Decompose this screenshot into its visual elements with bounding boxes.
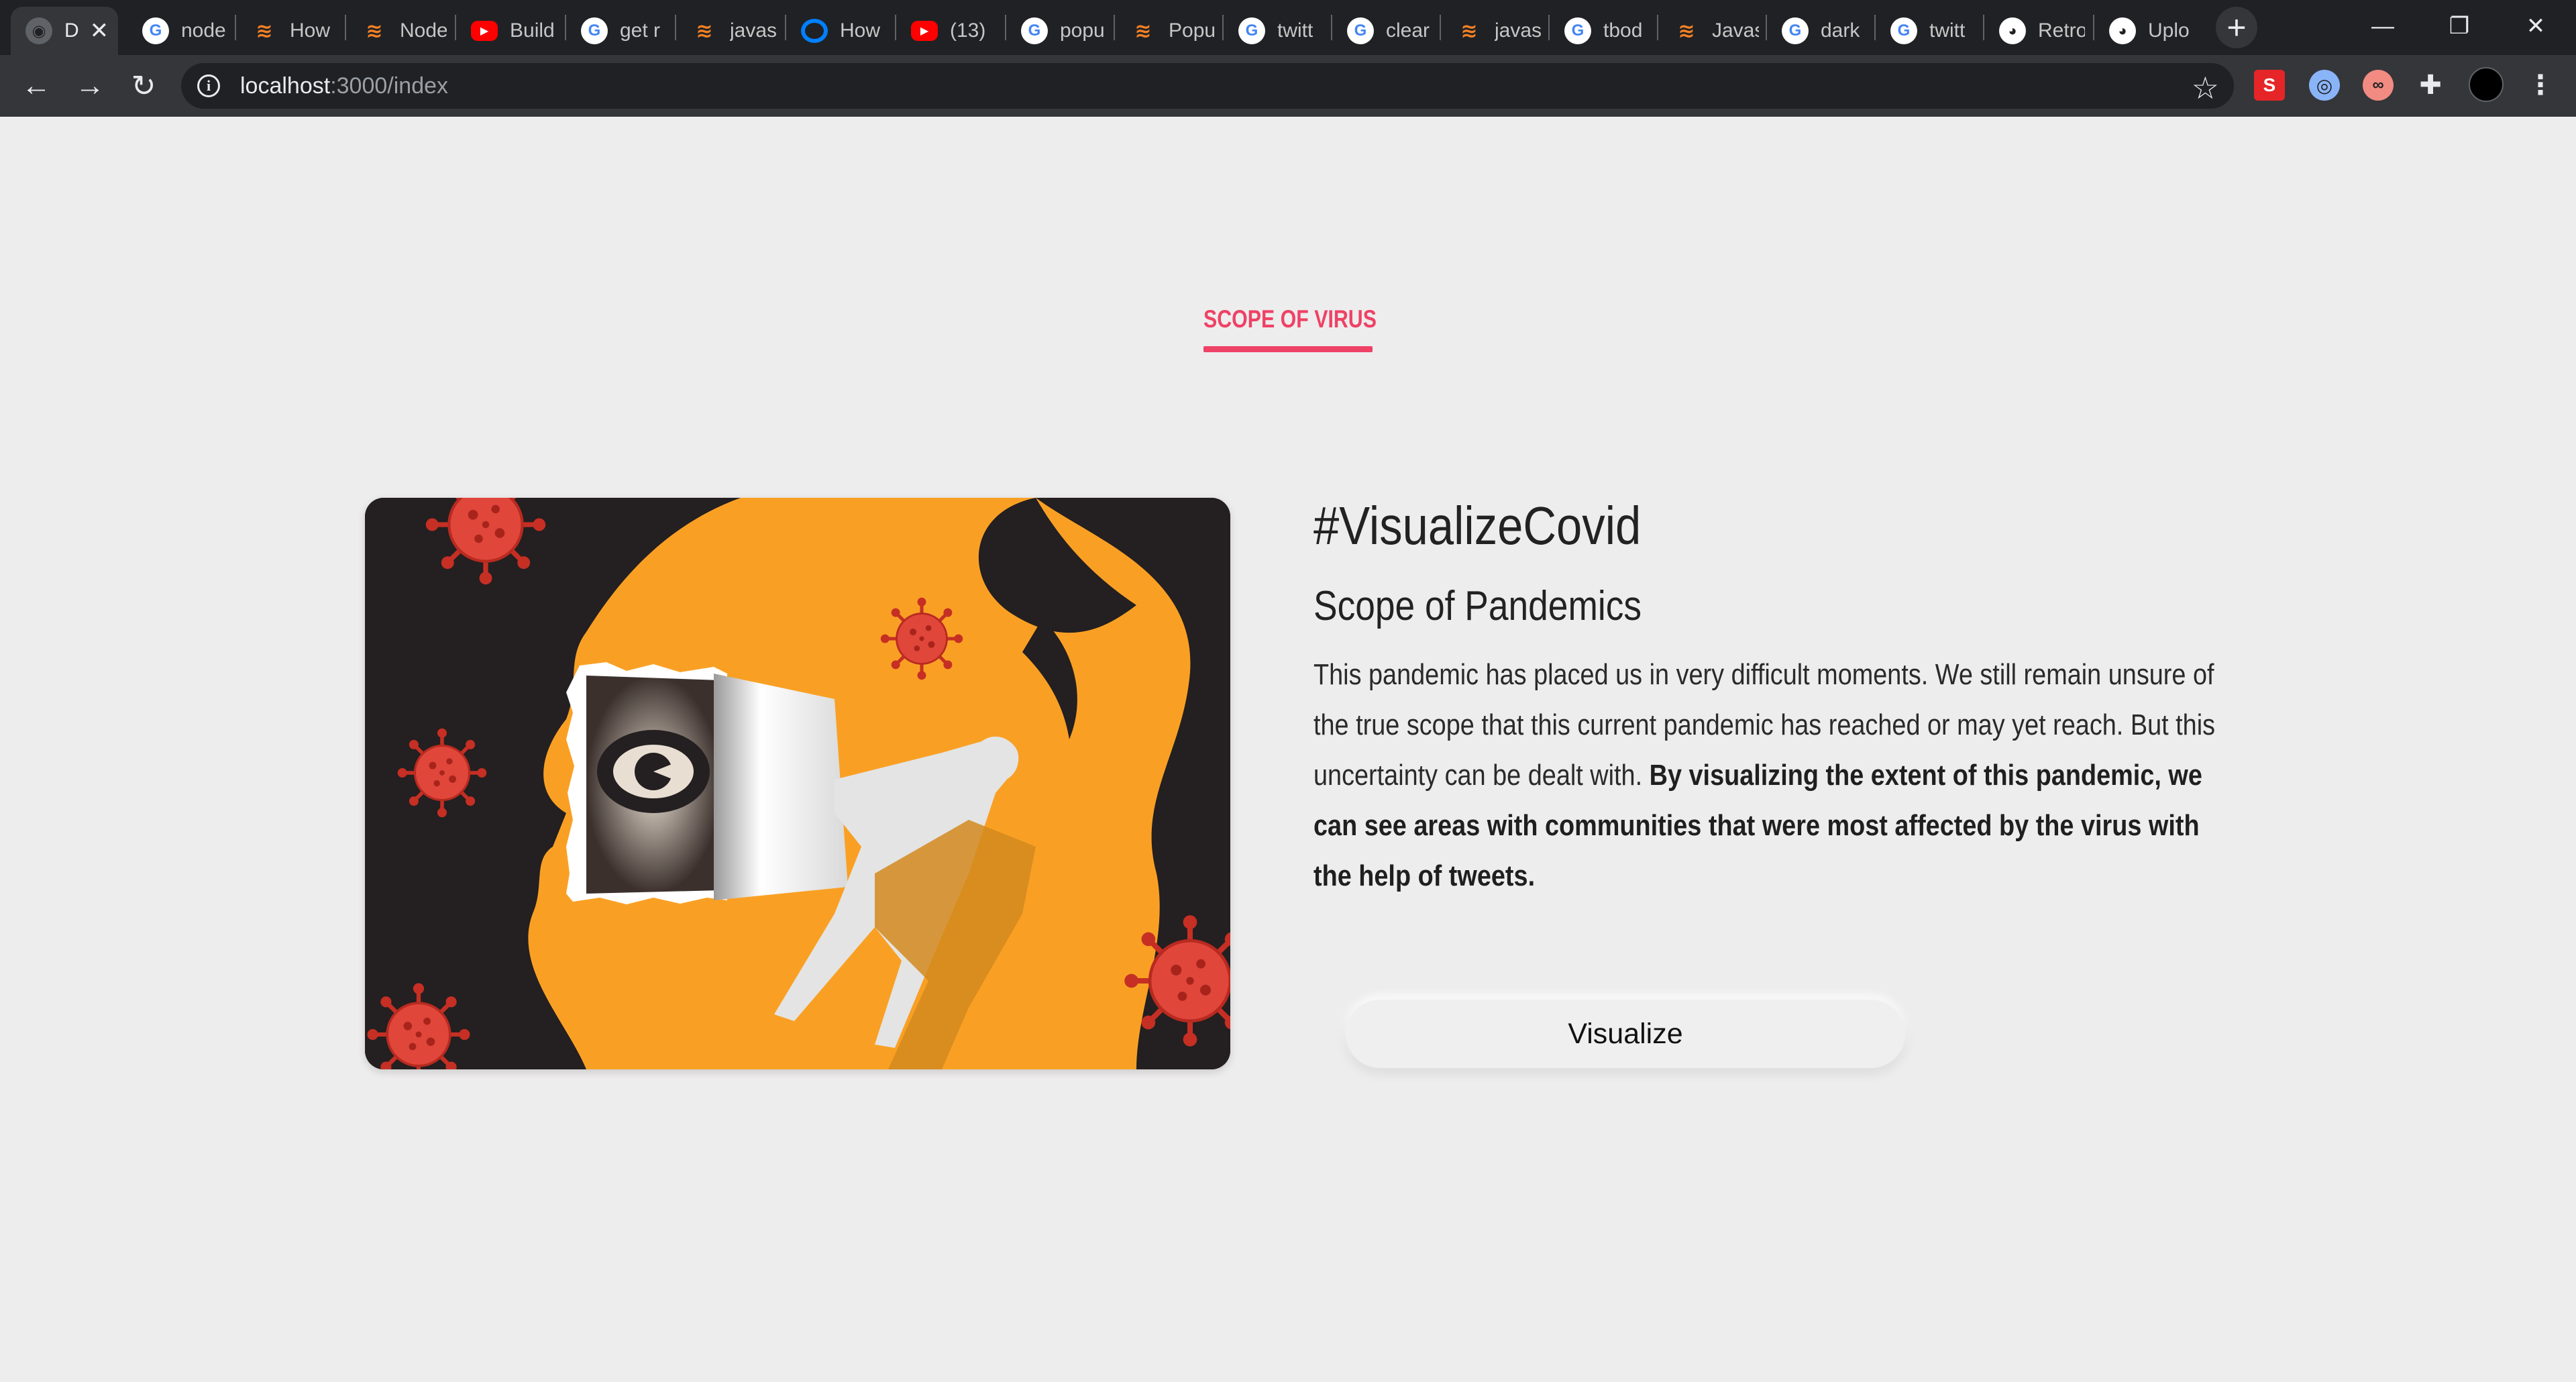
- visualize-button[interactable]: Visualize: [1346, 1000, 1905, 1068]
- plus-icon: +: [2226, 9, 2247, 46]
- tab-title: Node: [400, 19, 447, 42]
- browser-tab[interactable]: G popu: [1006, 7, 1107, 55]
- tab-title: Retro: [2038, 19, 2085, 42]
- tab-title: node: [181, 19, 226, 42]
- stackoverflow-icon: ≋: [696, 19, 713, 42]
- close-icon[interactable]: ✕: [90, 17, 109, 44]
- close-window-button[interactable]: ✕: [2498, 0, 2573, 52]
- browser-tab[interactable]: ≋ Node: [346, 7, 447, 55]
- browser-tab[interactable]: ▶ Build: [456, 7, 557, 55]
- globe-icon: ◉: [25, 17, 52, 44]
- tab-title: Popu: [1169, 19, 1216, 42]
- close-icon: ✕: [2526, 13, 2546, 39]
- tab-title: popu: [1060, 19, 1105, 42]
- section-label: SCOPE OF VIRUS: [1203, 305, 1377, 333]
- github-icon: ◕: [2109, 17, 2136, 44]
- github-icon: ◕: [1999, 17, 2026, 44]
- tab-title: (13): [950, 19, 986, 42]
- browser-tab[interactable]: ▶ (13): [896, 7, 997, 55]
- google-icon: G: [1782, 17, 1809, 44]
- digitalocean-icon: [801, 19, 828, 43]
- tab-title: twitt: [1929, 19, 1966, 42]
- tab-title: dark: [1821, 19, 1860, 42]
- browser-tab[interactable]: ◕ Retro: [1984, 7, 2085, 55]
- browser-tab[interactable]: G dark: [1767, 7, 1868, 55]
- url-host: localhost: [240, 72, 331, 99]
- back-button[interactable]: ←: [15, 64, 58, 107]
- tab-title: Uplo: [2148, 19, 2190, 42]
- tab-title: Build: [510, 19, 555, 42]
- browser-tab[interactable]: ≋ javas: [1441, 7, 1542, 55]
- browser-tab-active[interactable]: ◉ D ✕: [11, 7, 118, 55]
- tab-title: Javas: [1712, 19, 1759, 42]
- youtube-icon: ▶: [911, 21, 938, 41]
- browser-tab[interactable]: How: [786, 7, 887, 55]
- stackoverflow-icon: ≋: [1134, 19, 1152, 42]
- extension-s-icon[interactable]: S: [2254, 70, 2285, 101]
- covid-illustration-svg: [365, 498, 1230, 1069]
- restore-icon: ❐: [2449, 13, 2470, 39]
- browser-toolbar: ← → ↻ i localhost:3000/index ☆ S ◎ ∞ ✚ ⋮: [0, 55, 2576, 117]
- tab-title: get r: [620, 19, 661, 42]
- address-bar[interactable]: i localhost:3000/index ☆: [181, 63, 2234, 109]
- google-icon: G: [581, 17, 608, 44]
- browser-tab[interactable]: ≋ Javas: [1658, 7, 1759, 55]
- tab-title: javas: [730, 19, 777, 42]
- stackoverflow-icon: ≋: [366, 19, 383, 42]
- browser-tab[interactable]: G node: [127, 7, 228, 55]
- google-icon: G: [1564, 17, 1591, 44]
- arrow-right-icon: →: [75, 69, 105, 102]
- forward-button[interactable]: →: [68, 64, 111, 107]
- browser-tab-strip: ◉ D ✕ G node ≋ How ≋ Node ▶ Build G get …: [0, 0, 2576, 55]
- page-title: #VisualizeCovid: [1313, 496, 1642, 555]
- browser-tab[interactable]: G clear: [1332, 7, 1433, 55]
- google-icon: G: [1021, 17, 1048, 44]
- tab-title: How: [840, 19, 881, 42]
- restore-button[interactable]: ❐: [2422, 0, 2497, 52]
- browser-tab[interactable]: ◕ Uplo: [2094, 7, 2195, 55]
- reload-icon: ↻: [131, 69, 156, 103]
- url-text[interactable]: localhost:3000/index: [240, 73, 448, 99]
- url-path: :3000/index: [330, 72, 449, 99]
- page-subtitle: Scope of Pandemics: [1313, 583, 1642, 629]
- google-icon: G: [142, 17, 169, 44]
- extensions-puzzle-icon[interactable]: ✚: [2415, 70, 2446, 101]
- tab-title: tbod: [1603, 19, 1643, 42]
- extension-owl-icon[interactable]: ∞: [2363, 70, 2394, 101]
- browser-tab[interactable]: G twitt: [1224, 7, 1324, 55]
- browser-tab[interactable]: ≋ How: [236, 7, 337, 55]
- browser-tab[interactable]: ≋ Popu: [1115, 7, 1216, 55]
- tab-title: javas: [1495, 19, 1542, 42]
- tab-title: D: [64, 19, 79, 42]
- section-underline: [1203, 346, 1373, 352]
- new-tab-button[interactable]: +: [2216, 7, 2257, 48]
- minimize-icon: —: [2371, 13, 2394, 39]
- covid-illustration: [365, 498, 1230, 1069]
- stackoverflow-icon: ≋: [1678, 19, 1695, 42]
- more-menu-icon[interactable]: ⋮: [2527, 70, 2554, 101]
- browser-tab[interactable]: ≋ javas: [676, 7, 777, 55]
- stackoverflow-icon: ≋: [1460, 19, 1478, 42]
- google-icon: G: [1238, 17, 1265, 44]
- info-icon[interactable]: i: [197, 74, 220, 97]
- browser-tab[interactable]: G tbod: [1550, 7, 1650, 55]
- bookmark-star-icon[interactable]: ☆: [2192, 70, 2219, 106]
- description-paragraph: This pandemic has placed us in very diff…: [1313, 649, 2243, 901]
- tab-title: clear: [1386, 19, 1430, 42]
- reload-button[interactable]: ↻: [122, 64, 165, 107]
- tab-title: twitt: [1277, 19, 1313, 42]
- youtube-icon: ▶: [471, 21, 498, 41]
- browser-tab[interactable]: G get r: [566, 7, 667, 55]
- google-icon: G: [1347, 17, 1374, 44]
- extension-ring-icon[interactable]: ◎: [2309, 70, 2340, 101]
- minimize-button[interactable]: —: [2345, 0, 2420, 52]
- arrow-left-icon: ←: [21, 69, 51, 102]
- browser-tab[interactable]: G twitt: [1876, 7, 1976, 55]
- stackoverflow-icon: ≋: [256, 19, 273, 42]
- google-icon: G: [1890, 17, 1917, 44]
- tab-title: How: [290, 19, 331, 42]
- profile-avatar[interactable]: [2469, 67, 2504, 102]
